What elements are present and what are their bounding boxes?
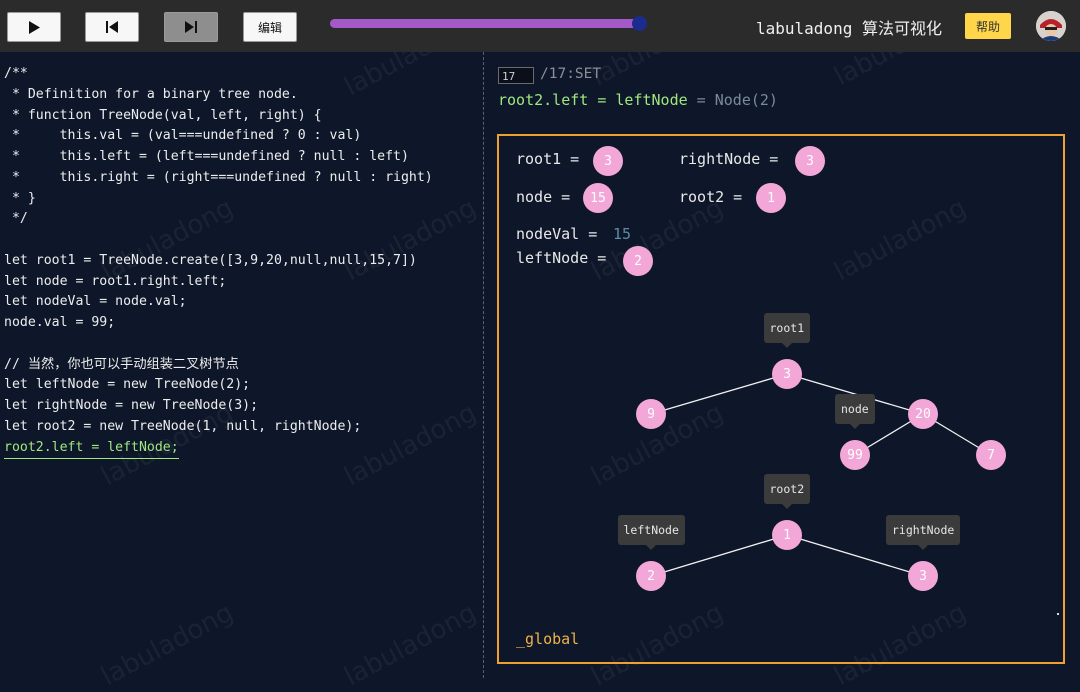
current-statement: root2.left = leftNode = Node(2) [498, 90, 778, 110]
panel-divider[interactable] [483, 52, 484, 678]
tag-leftNode: leftNode [617, 515, 685, 550]
tree-node-leftNode[interactable]: 2 [636, 561, 666, 591]
code-line: root2.left = leftNode; [4, 438, 179, 459]
var-node-label: node = [516, 188, 580, 206]
code-line: let rightNode = new TreeNode(3); [4, 398, 259, 413]
code-line: * Definition for a binary tree node. [4, 86, 298, 102]
skip-back-icon [106, 21, 118, 33]
code-line: * function TreeNode(val, left, right) { [4, 107, 322, 123]
toolbar: 编辑 labuladong 算法可视化 帮助 [0, 0, 1080, 52]
statement-eq: = [687, 91, 715, 109]
tag-rightNode: rightNode [886, 515, 961, 550]
code-line: * } [4, 190, 36, 206]
edit-button[interactable]: 编辑 [243, 12, 297, 42]
code-line: * this.right = (right===undefined ? null… [4, 169, 433, 185]
var-root2-node[interactable]: 1 [756, 183, 786, 213]
skip-forward-icon [185, 21, 197, 33]
step-to-start-button[interactable] [85, 12, 139, 42]
edit-button-label: 编辑 [257, 20, 282, 35]
var-rightNode-node[interactable]: 3 [795, 146, 825, 176]
var-leftNode-node[interactable]: 2 [623, 246, 653, 276]
code-line: let node = root1.right.left; [4, 273, 227, 289]
code-line: let root1 = TreeNode.create([3,9,20,null… [4, 252, 417, 268]
step-total: /17:SET [540, 66, 602, 82]
code-line: let root2 = new TreeNode(1, null, rightN… [4, 418, 362, 434]
tree-node-9[interactable]: 9 [636, 399, 666, 429]
code-line: let nodeVal = node.val; [4, 294, 187, 310]
code-line: /** [4, 66, 28, 81]
play-icon [29, 20, 40, 34]
tree-node-root2[interactable]: 1 [772, 520, 802, 550]
global-frame-label: _global [516, 630, 580, 648]
tree-node-7[interactable]: 7 [976, 440, 1006, 470]
statement-value: Node(2) [714, 91, 778, 109]
var-rightNode-label: rightNode = [679, 150, 788, 168]
var-nodeVal-label: nodeVal = [516, 225, 607, 243]
var-node-node[interactable]: 15 [583, 183, 613, 213]
play-button[interactable] [7, 12, 61, 42]
progress-slider[interactable] [330, 16, 647, 31]
code-line: node.val = 99; [4, 315, 116, 330]
var-leftNode-label: leftNode = [516, 249, 616, 267]
stray-dot [1057, 613, 1059, 615]
var-root2-label: root2 = [679, 188, 752, 206]
tag-root2: root2 [763, 474, 811, 509]
code-line: let leftNode = new TreeNode(2); [4, 377, 251, 393]
code-line: * this.left = (left===undefined ? null :… [4, 149, 409, 164]
avatar-icon [1036, 11, 1066, 41]
tree-node-20[interactable]: 20 [908, 399, 938, 429]
var-nodeVal-value: 15 [613, 225, 632, 243]
step-forward-button[interactable] [164, 12, 218, 42]
help-button[interactable]: 帮助 [965, 13, 1011, 39]
tree-node-root1[interactable]: 3 [772, 359, 802, 389]
var-root1-label: root1 = [516, 150, 589, 168]
tree-node-rightNode[interactable]: 3 [908, 561, 938, 591]
statement-code: root2.left = leftNode [498, 91, 688, 109]
avatar[interactable] [1036, 11, 1066, 41]
code-line: */ [4, 211, 28, 227]
progress-thumb[interactable] [631, 16, 647, 31]
code-line: * this.val = (val===undefined ? 0 : val) [4, 128, 362, 144]
progress-fill [330, 19, 639, 28]
tag-root1: root1 [763, 313, 811, 348]
tree-node-99[interactable]: 99 [840, 440, 870, 470]
step-input[interactable]: 17 [498, 67, 534, 84]
code-editor[interactable]: /** * Definition for a binary tree node.… [0, 52, 483, 678]
code-line: // 当然，你也可以手动组装二叉树节点 [4, 356, 239, 372]
tag-node: node [835, 394, 875, 429]
brand-title: labuladong 算法可视化 [756, 19, 942, 38]
var-root1-node[interactable]: 3 [593, 146, 623, 176]
global-frame [497, 134, 1065, 664]
